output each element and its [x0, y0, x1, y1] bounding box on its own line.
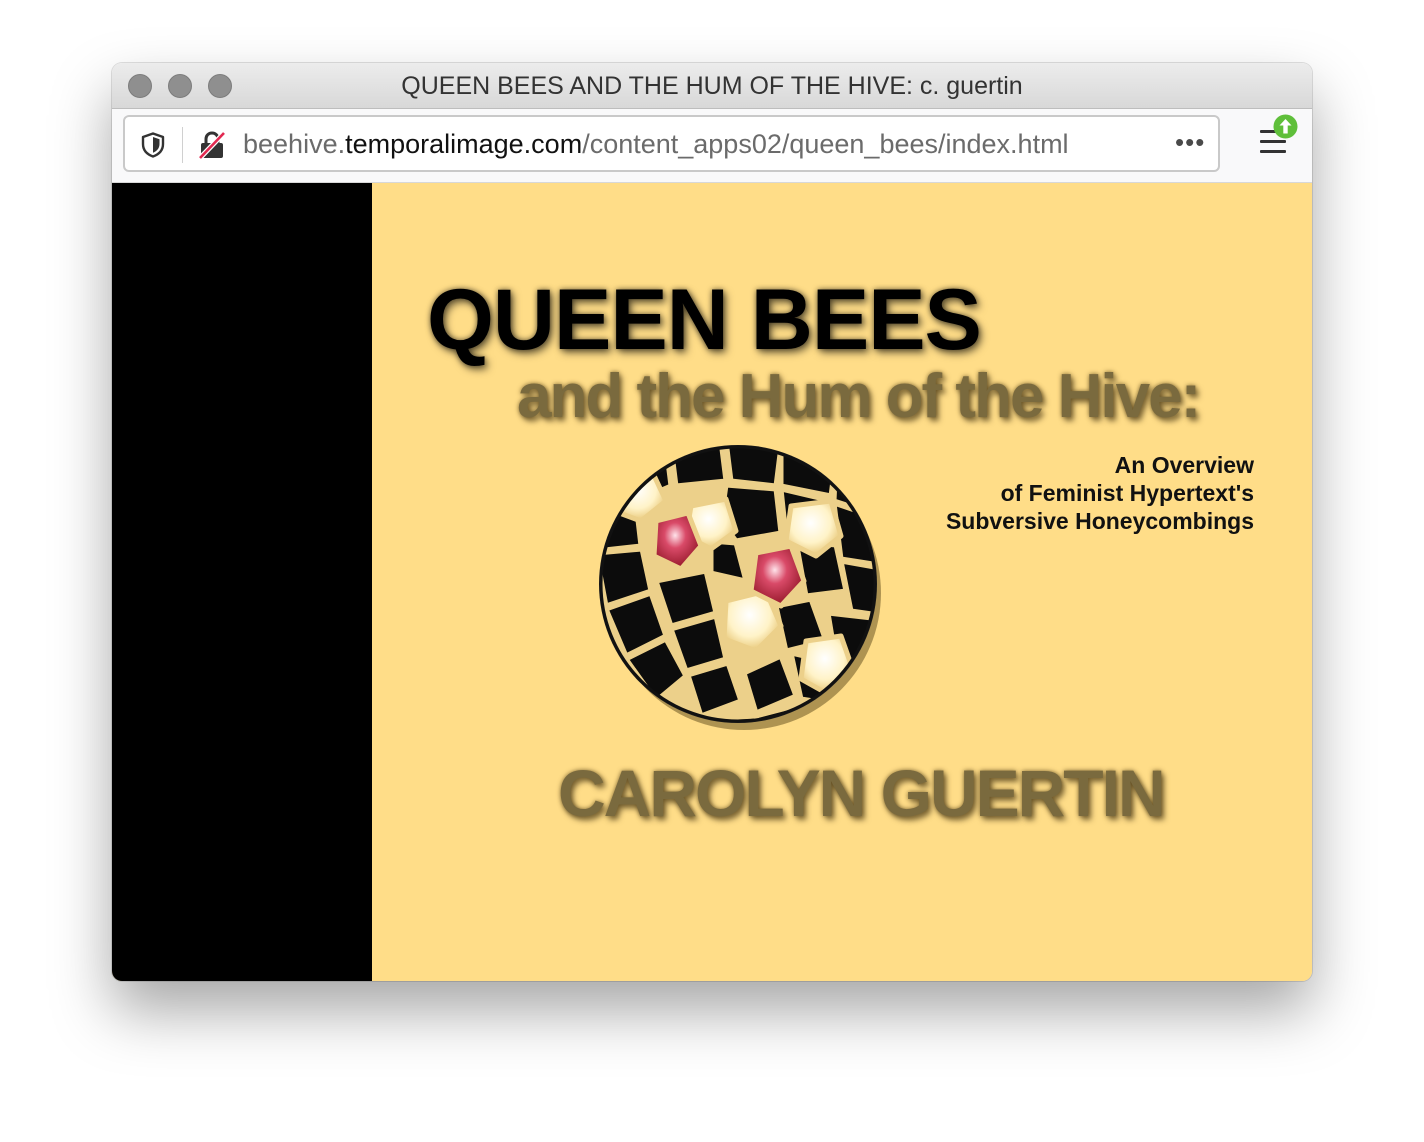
- shield-icon[interactable]: [141, 132, 165, 158]
- page-content: QUEEN BEES and the Hum of the Hive: An O…: [112, 183, 1312, 981]
- url-text[interactable]: beehive.temporalimage.com/content_apps02…: [243, 117, 1069, 170]
- insecure-lock-icon[interactable]: [197, 130, 227, 160]
- title-bar[interactable]: QUEEN BEES AND THE HUM OF THE HIVE: c. g…: [112, 63, 1312, 109]
- tagline-line-1: An Overview: [1114, 452, 1254, 478]
- page-actions-button[interactable]: •••: [1175, 117, 1205, 170]
- page-title: QUEEN BEES: [427, 272, 982, 368]
- tagline: An Overview of Feminist Hypertext's Subv…: [946, 451, 1254, 535]
- browser-window: QUEEN BEES AND THE HUM OF THE HIVE: c. g…: [112, 63, 1312, 981]
- left-black-frame: [112, 183, 372, 981]
- tagline-line-2: of Feminist Hypertext's: [1000, 480, 1254, 506]
- url-prefix: beehive.: [243, 129, 346, 159]
- update-arrow-icon[interactable]: [1273, 114, 1298, 139]
- tagline-line-3: Subversive Honeycombings: [945, 508, 1254, 534]
- author-name: CAROLYN GUERTIN: [558, 756, 1166, 830]
- page-subtitle: and the Hum of the Hive:: [517, 362, 1201, 431]
- window-title: QUEEN BEES AND THE HUM OF THE HIVE: c. g…: [401, 72, 1023, 100]
- url-host: temporalimage.com: [345, 129, 583, 159]
- title-page: QUEEN BEES and the Hum of the Hive: An O…: [372, 183, 1312, 981]
- honeycomb-logo-icon[interactable]: [596, 441, 886, 733]
- navigation-toolbar: beehive.temporalimage.com/content_apps02…: [112, 109, 1312, 183]
- address-bar-separator: [182, 127, 183, 163]
- url-path: /content_apps02/queen_bees/index.html: [582, 129, 1069, 159]
- address-bar[interactable]: beehive.temporalimage.com/content_apps02…: [123, 115, 1220, 172]
